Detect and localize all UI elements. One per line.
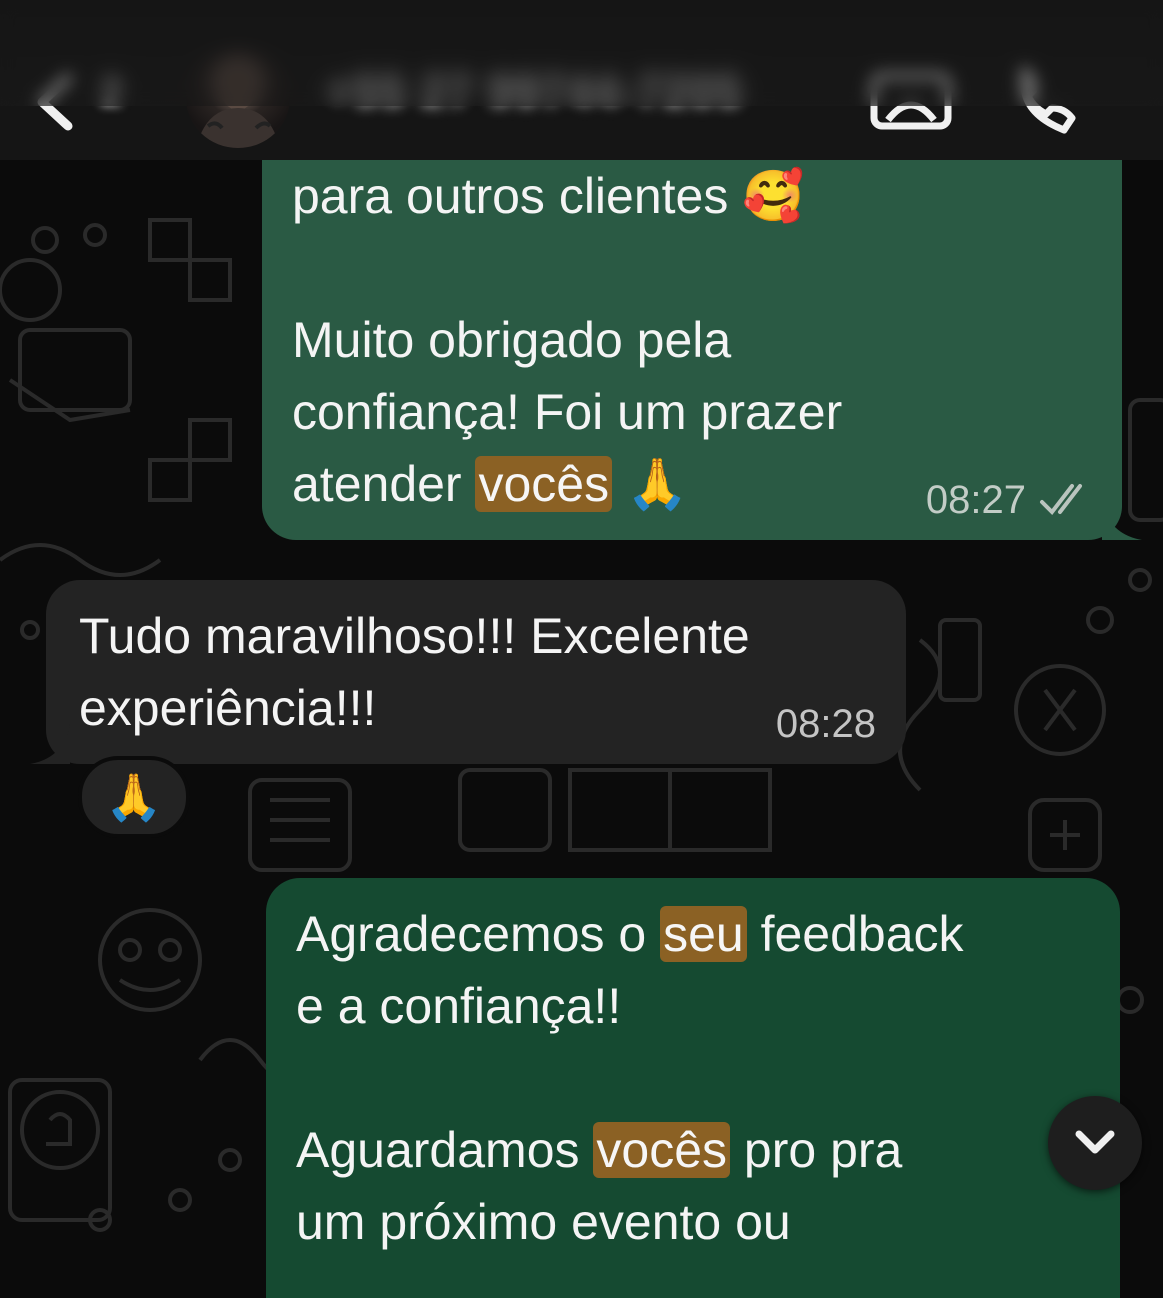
search-highlight: seu bbox=[660, 906, 747, 962]
outgoing-message-bubble[interactable]: Agradecemos o seu feedback e a confiança… bbox=[266, 878, 1120, 1298]
search-highlight: vocês bbox=[593, 1122, 731, 1178]
message-line: e a confiança!! bbox=[296, 978, 622, 1034]
bubble-tail bbox=[30, 724, 70, 764]
chevron-down-icon bbox=[1075, 1130, 1115, 1154]
message-time: 08:27 bbox=[925, 478, 1026, 522]
header-blur-overlay bbox=[0, 0, 1163, 106]
search-highlight: vocês bbox=[475, 456, 613, 512]
message-line: para outros clientes 🥰 bbox=[292, 167, 805, 225]
message-line: Muito obrigado pela bbox=[292, 312, 732, 368]
message-time: 08:28 bbox=[775, 702, 876, 746]
incoming-message-bubble[interactable]: Tudo maravilhoso!!! Excelente experiênci… bbox=[30, 580, 906, 764]
praying-hands-emoji: 🙏 bbox=[626, 455, 689, 513]
message-line: Aguardamos vocês pro pra bbox=[296, 1122, 903, 1178]
message-line: Tudo maravilhoso!!! Excelente bbox=[79, 608, 750, 664]
message-reaction[interactable]: 🙏 bbox=[78, 756, 190, 838]
bubble-tail bbox=[1102, 500, 1142, 540]
outgoing-message-bubble[interactable]: para outros clientes 🥰 Muito obrigado pe… bbox=[262, 120, 1142, 540]
smiling-hearts-emoji: 🥰 bbox=[742, 167, 805, 225]
message-line: experiência!!! bbox=[79, 680, 377, 736]
double-check-icon bbox=[1040, 484, 1082, 516]
chat-header: 2 +55 27 99744-7205 bbox=[0, 0, 1163, 160]
message-line: um próximo evento ou bbox=[296, 1194, 791, 1250]
message-line: confiança! Foi um prazer bbox=[292, 384, 843, 440]
message-line: Agradecemos o seu feedback bbox=[296, 906, 964, 962]
praying-hands-emoji: 🙏 bbox=[105, 769, 163, 824]
scroll-to-bottom-button[interactable] bbox=[1048, 1096, 1142, 1190]
